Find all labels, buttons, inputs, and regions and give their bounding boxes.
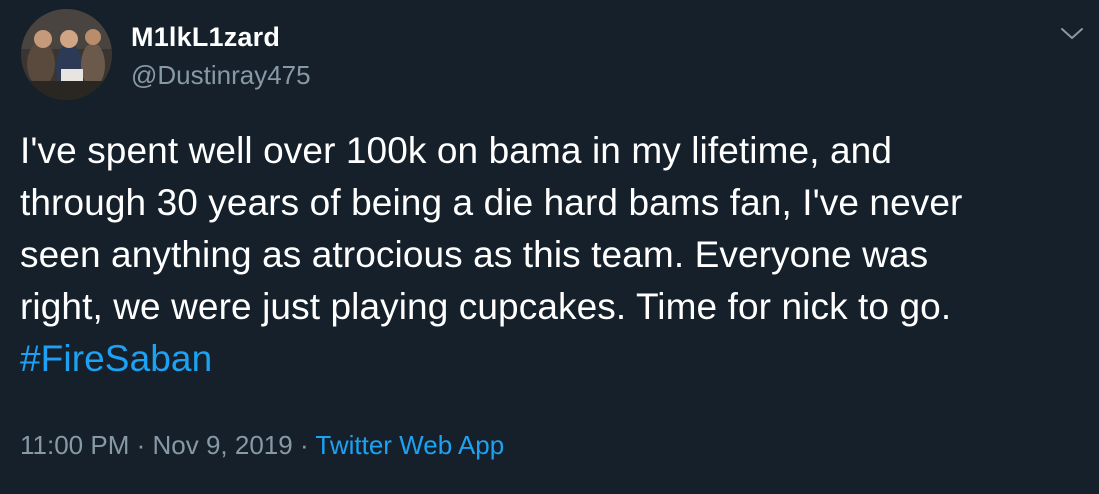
- avatar-photo: [21, 9, 112, 100]
- tweet-source-link[interactable]: Twitter Web App: [315, 430, 504, 460]
- tweet-text-line: I've spent well over 100k on bama in my …: [20, 130, 893, 171]
- chevron-down-icon[interactable]: [1059, 24, 1085, 44]
- tweet-card: M1lkL1zard @Dustinray475 I've spent well…: [0, 0, 1099, 494]
- tweet-meta: 11:00 PM · Nov 9, 2019 · Twitter Web App: [20, 430, 504, 461]
- meta-separator: ·: [136, 430, 146, 460]
- display-name[interactable]: M1lkL1zard: [131, 22, 280, 53]
- meta-separator: ·: [299, 430, 309, 460]
- tweet-text-line: through 30 years of being a die hard bam…: [20, 182, 963, 223]
- tweet-time[interactable]: 11:00 PM: [20, 430, 129, 460]
- hashtag-link[interactable]: #FireSaban: [20, 338, 212, 379]
- user-handle[interactable]: @Dustinray475: [131, 60, 311, 91]
- tweet-text-line: right, we were just playing cupcakes. Ti…: [20, 286, 952, 327]
- tweet-text-line: seen anything as atrocious as this team.…: [20, 234, 929, 275]
- tweet-date[interactable]: Nov 9, 2019: [153, 430, 293, 460]
- tweet-text: I've spent well over 100k on bama in my …: [20, 125, 1090, 385]
- avatar[interactable]: [21, 9, 112, 100]
